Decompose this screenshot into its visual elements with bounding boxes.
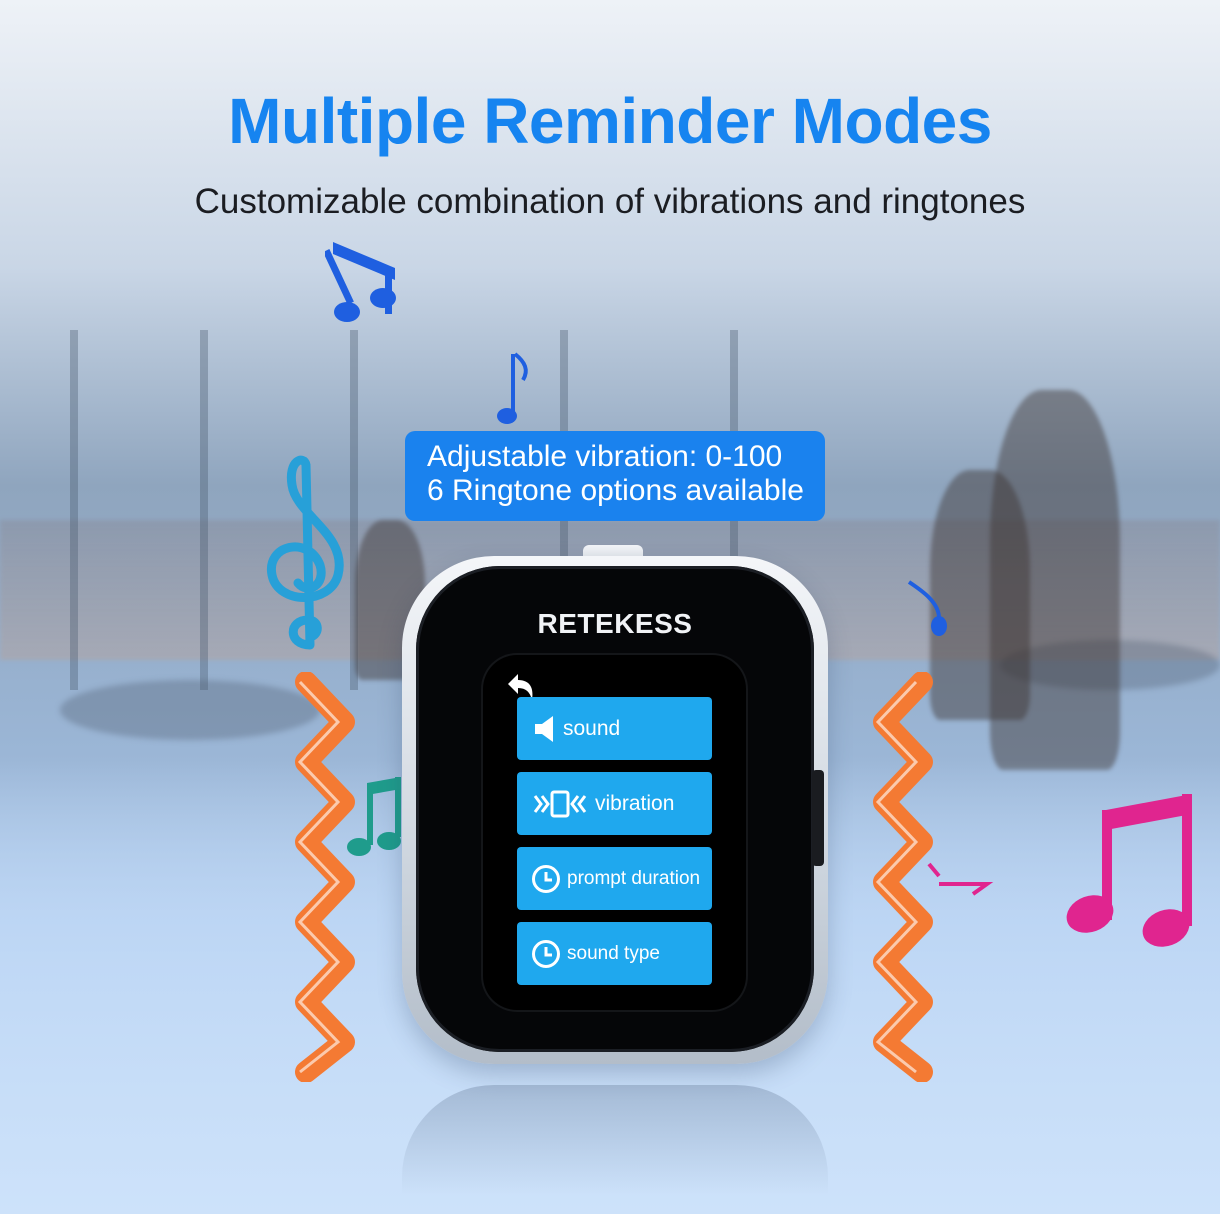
menu-button-sound-type[interactable]: sound type	[517, 922, 712, 985]
device-brand-logo: RETEKESS	[537, 608, 693, 639]
music-note-icon	[907, 580, 947, 636]
vibration-zigzag-right-icon	[873, 672, 933, 1082]
menu-label: sound type	[567, 942, 660, 964]
window-frame	[70, 330, 78, 690]
music-note-icon	[325, 242, 396, 322]
page-subtitle: Customizable combination of vibrations a…	[194, 182, 1026, 221]
menu-label: prompt duration	[567, 867, 701, 889]
clock-icon	[532, 864, 560, 893]
person-blur	[990, 390, 1120, 770]
callout-line-vibration: Adjustable vibration: 0-100	[427, 440, 783, 473]
treble-clef-icon	[267, 455, 344, 650]
music-note-icon	[497, 352, 528, 424]
callout-line-ringtone: 6 Ringtone options available	[427, 474, 804, 507]
table-blur	[1000, 640, 1220, 690]
menu-button-vibration[interactable]: vibration	[517, 772, 712, 835]
device-reflection	[402, 1085, 828, 1195]
music-note-icon	[1066, 794, 1192, 947]
feature-callout: Adjustable vibration: 0-100 6 Ringtone o…	[405, 431, 825, 521]
vibration-icon	[533, 790, 587, 817]
menu-button-prompt-duration[interactable]: prompt duration	[517, 847, 712, 910]
vibration-zigzag-left-icon	[295, 672, 355, 1082]
menu-label: sound	[563, 716, 621, 740]
speaker-icon	[535, 715, 553, 742]
menu-label: vibration	[595, 791, 675, 815]
window-frame	[200, 330, 208, 690]
clock-icon	[532, 939, 560, 968]
menu-button-sound[interactable]: sound	[517, 697, 712, 760]
page-title: Multiple Reminder Modes	[228, 85, 992, 157]
table-blur	[60, 680, 320, 740]
device-side-button[interactable]	[812, 770, 824, 866]
